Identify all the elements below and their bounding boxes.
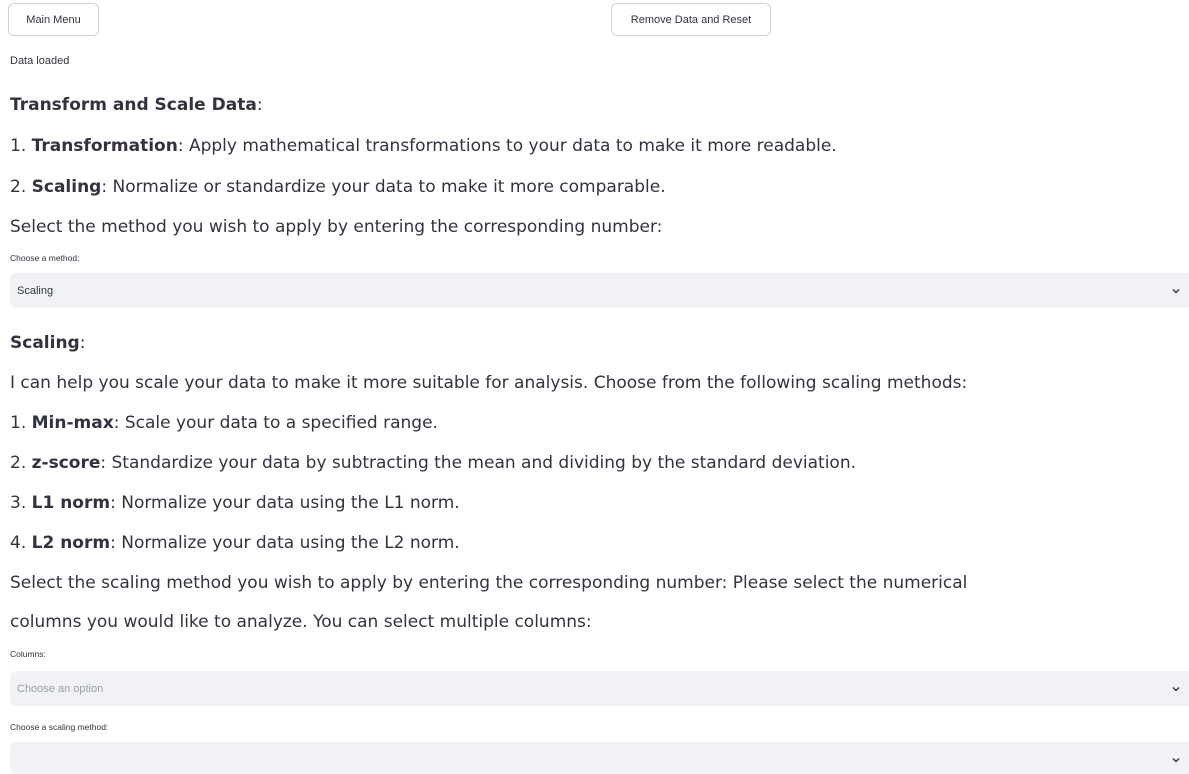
- scaling-instruction-line-1: Select the scaling method you wish to ap…: [10, 573, 968, 593]
- list-item-text: : Scale your data to a specified range.: [113, 413, 438, 433]
- page: Main Menu Remove Data and Reset Data loa…: [0, 0, 1189, 774]
- scaling-instruction-line-2: columns you would like to analyze. You c…: [10, 612, 592, 632]
- list-item: 1. Min-max: Scale your data to a specifi…: [10, 412, 438, 434]
- scaling-heading-colon: :: [79, 333, 86, 353]
- list-item-term: Scaling: [31, 177, 102, 197]
- list-item-number: 2.: [10, 453, 32, 473]
- list-item-term: z-score: [31, 453, 101, 473]
- list-item-text: : Normalize your data using the L2 norm.: [110, 533, 460, 553]
- list-item-number: 3.: [10, 493, 32, 513]
- remove-data-reset-button[interactable]: Remove Data and Reset: [611, 3, 771, 36]
- scaling-select-label: Choose a scaling method:: [10, 722, 109, 732]
- method-select-value: Scaling: [17, 284, 54, 297]
- list-item-number: 2.: [10, 177, 32, 197]
- list-item-term: L1 norm: [31, 493, 111, 513]
- list-item-term: Transformation: [31, 136, 178, 156]
- scaling-intro: I can help you scale your data to make i…: [10, 373, 968, 393]
- method-select-label: Choose a method:: [10, 253, 80, 263]
- chevron-down-icon: [1172, 758, 1180, 763]
- list-item-text: : Normalize your data using the L1 norm.: [110, 493, 460, 513]
- columns-select-placeholder: Choose an option: [17, 682, 104, 695]
- list-item: 1. Transformation: Apply mathematical tr…: [10, 135, 837, 157]
- list-item-number: 1.: [10, 413, 32, 433]
- chevron-down-icon: [1172, 288, 1180, 293]
- list-item: 4. L2 norm: Normalize your data using th…: [10, 532, 460, 554]
- list-item-number: 1.: [10, 136, 32, 156]
- list-item-text: : Normalize or standardize your data to …: [101, 177, 666, 197]
- list-item-text: : Apply mathematical transformations to …: [177, 136, 837, 156]
- scaling-heading: Scaling:: [10, 332, 85, 354]
- list-item-term: L2 norm: [31, 533, 111, 553]
- transform-heading-colon: :: [256, 95, 263, 115]
- method-select[interactable]: Scaling: [10, 273, 1189, 308]
- list-item-text: : Standardize your data by subtracting t…: [100, 453, 857, 473]
- transform-heading: Transform and Scale Data:: [10, 94, 263, 116]
- list-item-term: Min-max: [31, 413, 114, 433]
- scaling-method-select[interactable]: [10, 742, 1189, 774]
- status-text: Data loaded: [10, 55, 70, 67]
- list-item-number: 4.: [10, 533, 32, 553]
- list-item: 3. L1 norm: Normalize your data using th…: [10, 492, 460, 514]
- method-instruction: Select the method you wish to apply by e…: [10, 217, 663, 237]
- columns-select-label: Columns:: [10, 649, 46, 659]
- scaling-heading-title: Scaling: [10, 333, 80, 353]
- list-item: 2. Scaling: Normalize or standardize you…: [10, 176, 666, 198]
- list-item: 2. z-score: Standardize your data by sub…: [10, 452, 856, 474]
- main-menu-button[interactable]: Main Menu: [8, 3, 99, 36]
- columns-multiselect[interactable]: Choose an option: [10, 671, 1189, 706]
- transform-heading-title: Transform and Scale Data: [10, 95, 257, 115]
- chevron-down-icon: [1172, 686, 1180, 691]
